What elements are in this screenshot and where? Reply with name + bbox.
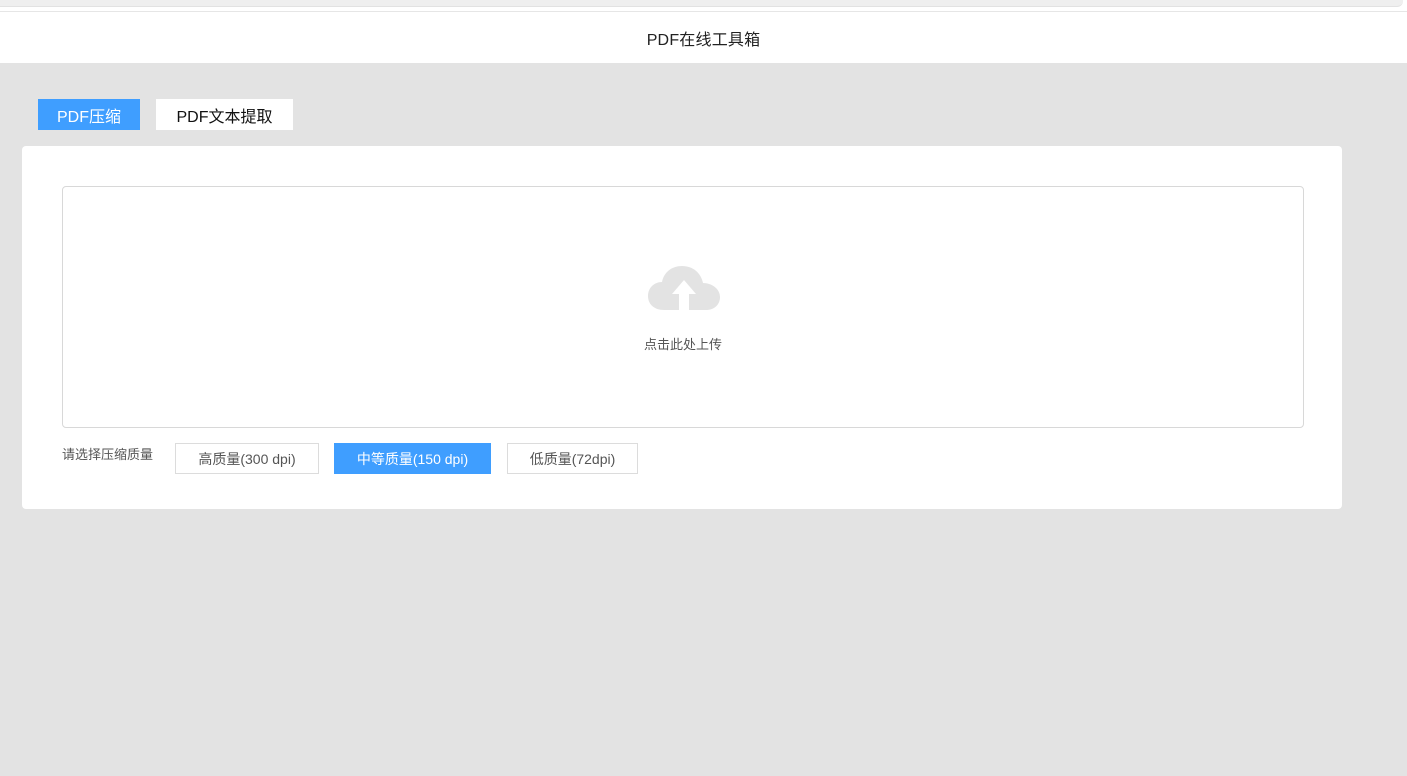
- quality-label: 请选择压缩质量: [62, 447, 154, 462]
- upload-dropzone[interactable]: 点击此处上传: [62, 186, 1304, 428]
- cloud-upload-icon: [648, 266, 720, 310]
- quality-option-low[interactable]: 低质量(72dpi): [507, 443, 638, 474]
- tab-pdf-text-extract[interactable]: PDF文本提取: [156, 99, 293, 130]
- quality-option-high[interactable]: 高质量(300 dpi): [175, 443, 319, 474]
- page-title: PDF在线工具箱: [646, 31, 761, 49]
- page-header: PDF在线工具箱: [0, 11, 1407, 63]
- tab-pdf-compress[interactable]: PDF压缩: [38, 99, 140, 130]
- quality-option-medium[interactable]: 中等质量(150 dpi): [334, 443, 491, 474]
- upload-hint: 点击此处上传: [643, 337, 722, 352]
- browser-top-strip: [0, 0, 1407, 11]
- address-bar-edge: [0, 0, 1403, 7]
- main-card: 点击此处上传 请选择压缩质量 高质量(300 dpi) 中等质量(150 dpi…: [22, 146, 1342, 509]
